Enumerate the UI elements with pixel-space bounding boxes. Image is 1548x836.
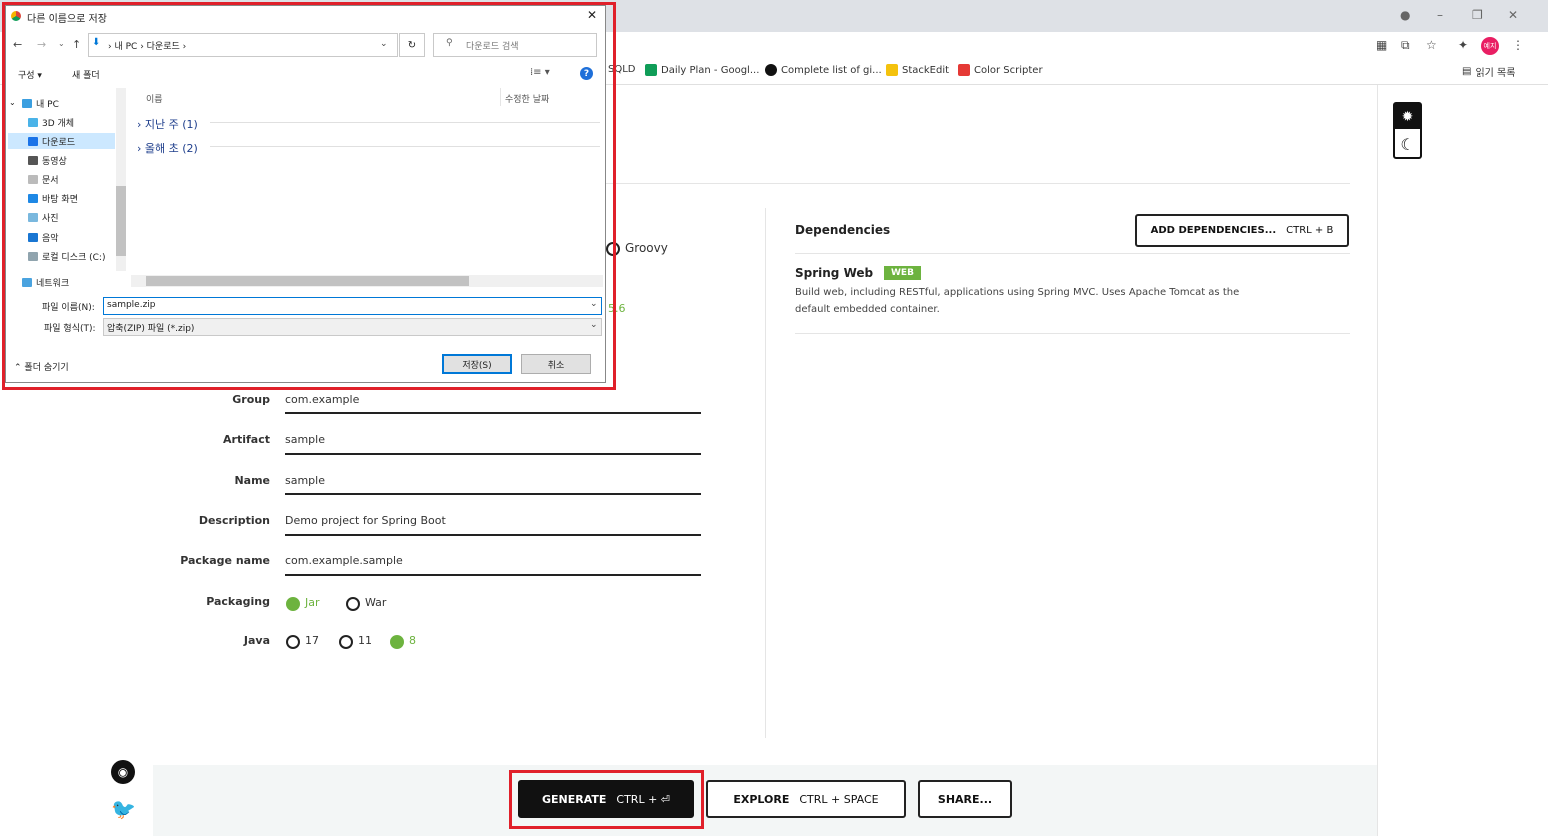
restore-icon[interactable]: ❐: [1472, 8, 1483, 22]
group-input-underline: [285, 412, 701, 414]
artifact-input[interactable]: sample: [285, 433, 325, 446]
artifact-input-underline: [285, 453, 701, 455]
more-menu-icon[interactable]: ⋮: [1512, 38, 1524, 52]
dependency-badge: WEB: [884, 266, 921, 280]
stackedit-icon: [886, 64, 898, 76]
bookmark-github-list[interactable]: Complete list of gi...: [765, 64, 882, 76]
radio-java-17-label: 17: [305, 634, 319, 647]
star-icon[interactable]: ☆: [1426, 38, 1437, 52]
qr-icon[interactable]: ▦: [1376, 38, 1387, 52]
moon-icon[interactable]: ☾: [1395, 131, 1420, 157]
explore-button[interactable]: EXPLORE CTRL + SPACE: [706, 780, 906, 818]
share-button[interactable]: SHARE...: [918, 780, 1012, 818]
group-input[interactable]: com.example: [285, 393, 359, 406]
dependency-divider: [795, 333, 1350, 334]
name-input[interactable]: sample: [285, 474, 325, 487]
generate-highlight-box: [509, 770, 704, 829]
sun-icon[interactable]: ✹: [1395, 104, 1420, 129]
package-name-input[interactable]: com.example.sample: [285, 554, 403, 567]
dependency-name: Spring Web: [795, 266, 874, 280]
radio-war[interactable]: [346, 597, 360, 611]
field-label-java: Java: [243, 634, 270, 647]
field-label-description: Description: [198, 514, 270, 527]
dependency-description-line1: Build web, including RESTful, applicatio…: [795, 287, 1240, 298]
twitter-icon[interactable]: 🐦: [111, 797, 136, 821]
dependencies-divider: [795, 253, 1350, 254]
sheets-icon: [645, 64, 657, 76]
right-separator: [1377, 85, 1378, 836]
package-name-input-underline: [285, 574, 701, 576]
bookmark-color-scripter[interactable]: Color Scripter: [958, 64, 1043, 76]
field-label-package-name: Package name: [180, 554, 270, 567]
dependencies-title: Dependencies: [795, 223, 891, 237]
avatar[interactable]: 예지: [1481, 37, 1499, 55]
radio-java-8-label: 8: [409, 634, 416, 647]
field-label-group: Group: [232, 393, 270, 406]
translate-icon[interactable]: ⧉: [1401, 38, 1410, 53]
radio-java-8[interactable]: [390, 635, 404, 649]
radio-java-11[interactable]: [339, 635, 353, 649]
color-scripter-icon: [958, 64, 970, 76]
description-input[interactable]: Demo project for Spring Boot: [285, 514, 446, 527]
bookmark-stackedit[interactable]: StackEdit: [886, 64, 949, 76]
add-dependencies-button[interactable]: ADD DEPENDENCIES... CTRL + B: [1135, 214, 1349, 247]
extensions-icon[interactable]: ✦: [1458, 38, 1468, 52]
window-close-icon[interactable]: ✕: [1508, 8, 1518, 22]
add-dependencies-shortcut: CTRL + B: [1286, 225, 1334, 236]
github-icon[interactable]: ◉: [111, 760, 135, 784]
reading-list[interactable]: ▤ 읽기 목록: [1462, 64, 1515, 79]
radio-jar[interactable]: [286, 597, 300, 611]
profile-dropdown-icon[interactable]: ●: [1400, 8, 1410, 22]
radio-jar-label: Jar: [305, 596, 320, 609]
reading-list-icon: ▤: [1462, 66, 1472, 77]
bookmark-daily-plan[interactable]: Daily Plan - Googl...: [645, 64, 759, 76]
github-icon: [765, 64, 777, 76]
dependency-description-line2: default embedded container.: [795, 304, 940, 315]
add-dependencies-label: ADD DEPENDENCIES...: [1150, 225, 1277, 236]
field-label-name: Name: [234, 474, 270, 487]
radio-java-11-label: 11: [358, 634, 372, 647]
share-label: SHARE...: [937, 792, 993, 806]
radio-war-label: War: [365, 596, 387, 609]
radio-groovy-label: Groovy: [625, 241, 668, 255]
minimize-icon[interactable]: –: [1437, 8, 1443, 22]
radio-java-17[interactable]: [286, 635, 300, 649]
explore-label: EXPLORE: [733, 792, 790, 806]
dialog-highlight-box: [2, 2, 616, 390]
description-input-underline: [285, 534, 701, 536]
name-input-underline: [285, 493, 701, 495]
field-label-packaging: Packaging: [206, 595, 270, 608]
explore-shortcut: CTRL + SPACE: [799, 792, 879, 806]
field-label-artifact: Artifact: [223, 433, 270, 446]
column-divider: [765, 208, 766, 738]
